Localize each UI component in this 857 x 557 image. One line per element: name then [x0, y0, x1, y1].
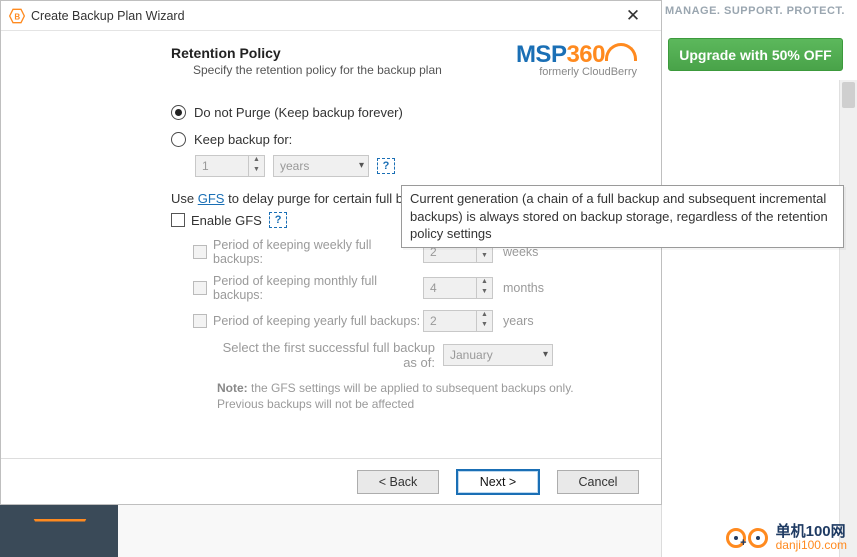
watermark-url: danji100.com	[776, 539, 847, 551]
radio-do-not-purge[interactable]	[171, 105, 186, 120]
gfs-weekly-label: Period of keeping weekly full backups:	[213, 238, 423, 266]
keep-for-unit-select: years ▾	[273, 155, 369, 177]
chevron-down-icon: ▼	[249, 166, 264, 176]
gfs-yearly-unit: years	[503, 314, 534, 328]
gfs-monthly-unit: months	[503, 281, 544, 295]
gfs-link[interactable]: GFS	[198, 191, 225, 206]
cloud-icon	[605, 43, 637, 61]
watermark-icon	[726, 528, 768, 548]
enable-gfs-label: Enable GFS	[191, 213, 262, 228]
tooltip: Current generation (a chain of a full ba…	[401, 185, 844, 248]
gfs-yearly-label: Period of keeping yearly full backups:	[213, 314, 423, 328]
gfs-settings-block: Period of keeping weekly full backups: 2…	[193, 238, 631, 412]
watermark-name: 单机100网	[776, 524, 847, 539]
radio-keep-for-label: Keep backup for:	[194, 132, 292, 147]
select-first-month: January ▾	[443, 344, 553, 366]
tagline: MANAGE. SUPPORT. PROTECT.	[665, 5, 845, 17]
brand-logo: MSP360 formerly CloudBerry	[516, 41, 637, 78]
gfs-monthly-value: 4 ▲▼	[423, 277, 493, 299]
watermark: 单机100网 danji100.com	[726, 524, 847, 551]
keep-for-value-input: 1 ▲▼	[195, 155, 265, 177]
next-button[interactable]: Next >	[457, 470, 539, 494]
back-button[interactable]: < Back	[357, 470, 439, 494]
gfs-yearly-value: 2 ▲▼	[423, 310, 493, 332]
right-scrollbar[interactable]	[839, 80, 857, 557]
gfs-monthly-label: Period of keeping monthly full backups:	[213, 274, 423, 302]
enable-gfs-checkbox[interactable]	[171, 213, 185, 227]
gfs-yearly-checkbox	[193, 314, 207, 328]
radio-do-not-purge-label: Do not Purge (Keep backup forever)	[194, 105, 403, 120]
cancel-button[interactable]: Cancel	[557, 470, 639, 494]
help-icon[interactable]: ?	[269, 212, 287, 228]
select-first-label: Select the first successful full backup …	[217, 340, 435, 370]
upgrade-button[interactable]: Upgrade with 50% OFF	[668, 38, 843, 71]
chevron-down-icon: ▾	[359, 160, 364, 171]
right-panel	[661, 0, 857, 557]
gfs-monthly-checkbox	[193, 281, 207, 295]
titlebar: B Create Backup Plan Wizard ✕	[1, 1, 661, 31]
close-icon[interactable]: ✕	[613, 3, 653, 29]
svg-text:B: B	[14, 12, 20, 21]
chevron-down-icon: ▾	[543, 349, 548, 360]
brand-text-360: 360	[566, 41, 605, 68]
help-icon[interactable]: ?	[377, 158, 395, 174]
gfs-note: Note: the GFS settings will be applied t…	[217, 380, 597, 412]
radio-keep-for[interactable]	[171, 132, 186, 147]
wizard-footer: < Back Next > Cancel	[1, 458, 661, 504]
window-title: Create Backup Plan Wizard	[31, 9, 613, 23]
chevron-up-icon: ▲	[249, 156, 264, 166]
brand-text-msp: MSP	[516, 41, 567, 68]
app-small-icon: B	[9, 8, 25, 24]
gfs-weekly-checkbox	[193, 245, 207, 259]
wizard-dialog: B Create Backup Plan Wizard ✕ MSP360 for…	[0, 0, 662, 505]
